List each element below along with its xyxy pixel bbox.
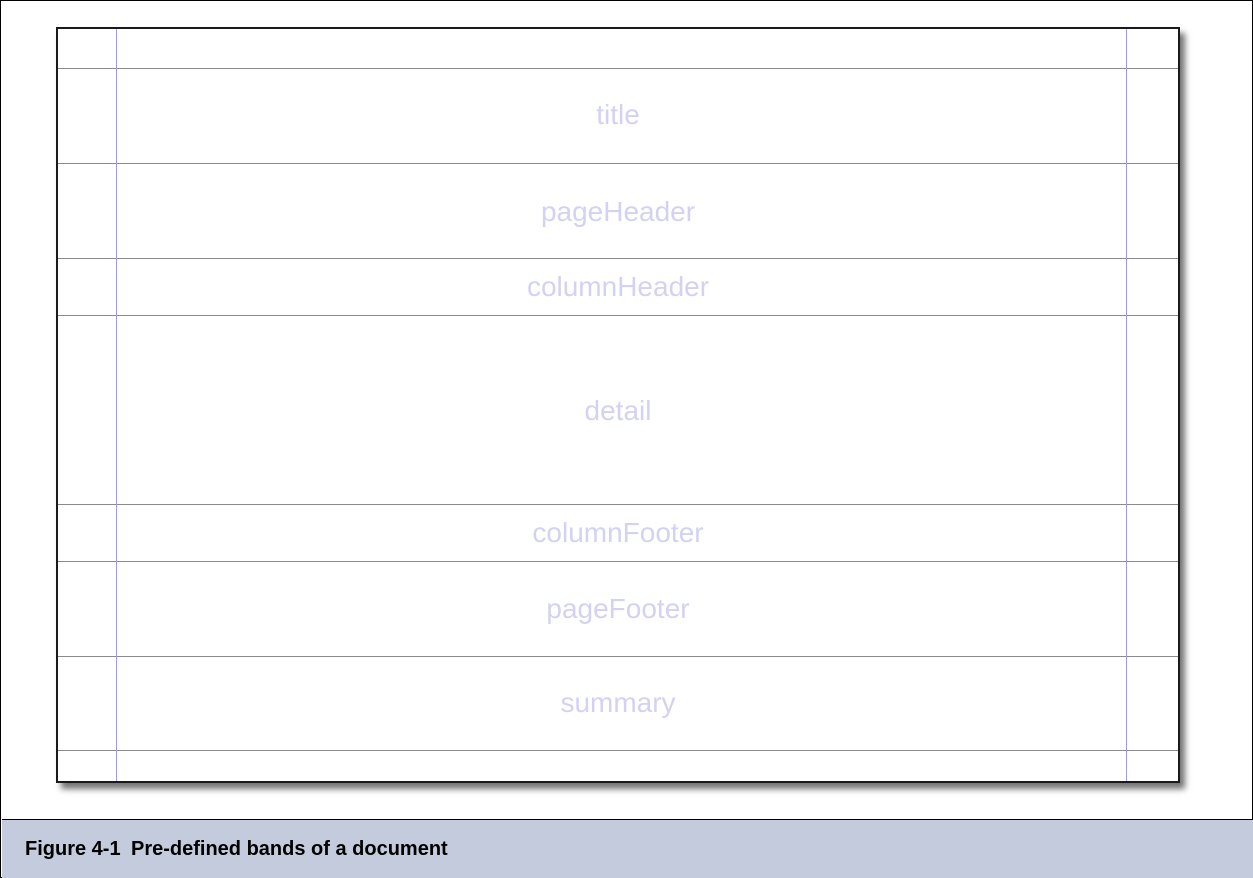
figure-caption: Pre-defined bands of a document: [131, 838, 448, 860]
report-document-sheet: title pageHeader columnHeader detail col…: [56, 27, 1180, 783]
band-page-footer: pageFooter: [58, 562, 1178, 657]
band-title: title: [58, 69, 1178, 164]
band-background: [58, 29, 1178, 69]
band-label-page-header: pageHeader: [540, 196, 696, 227]
band-label-column-footer: columnFooter: [532, 517, 704, 548]
band-column-header: columnHeader: [58, 259, 1178, 316]
left-margin-guide: [116, 29, 117, 781]
band-label-summary: summary: [560, 687, 676, 718]
band-detail: detail: [58, 316, 1178, 505]
band-label-detail: detail: [584, 395, 652, 426]
band-bottom-margin: [58, 751, 1178, 781]
band-label-title: title: [596, 99, 640, 130]
right-margin-guide: [1126, 29, 1127, 781]
band-label-page-footer: pageFooter: [546, 593, 690, 624]
band-label-column-header: columnHeader: [526, 271, 710, 302]
figure-frame: title pageHeader columnHeader detail col…: [0, 0, 1253, 878]
band-column-footer: columnFooter: [58, 505, 1178, 562]
band-summary: summary: [58, 657, 1178, 751]
band-page-header: pageHeader: [58, 164, 1178, 259]
figure-number: Figure 4-1: [25, 838, 121, 860]
figure-caption-bar: Figure 4-1 Pre-defined bands of a docume…: [2, 819, 1253, 878]
